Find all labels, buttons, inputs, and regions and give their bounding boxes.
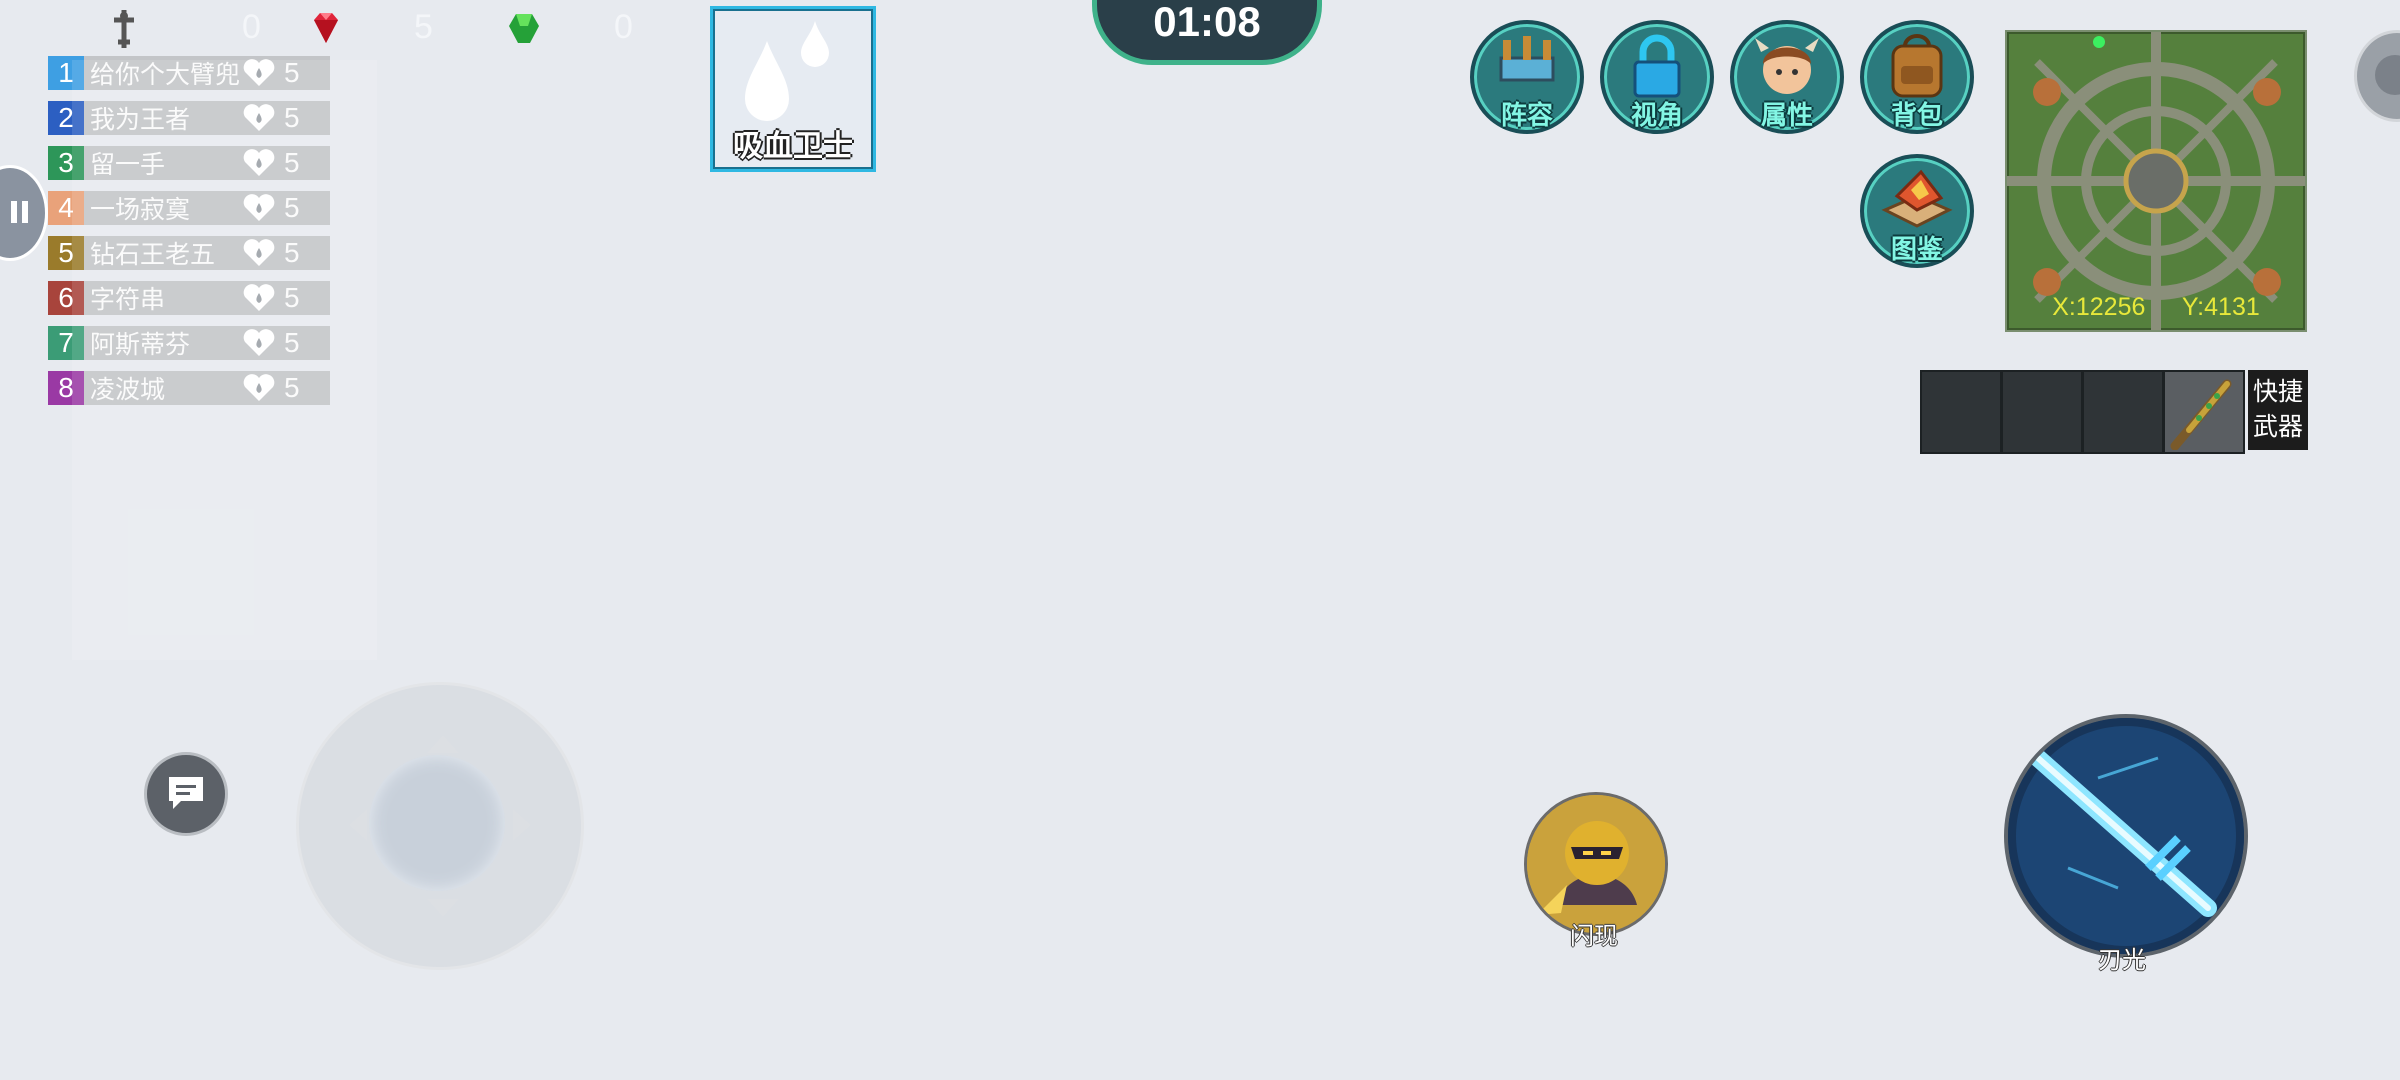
joystick-knob[interactable] <box>369 755 505 891</box>
close-icon <box>2375 55 2400 95</box>
minimap-terrain <box>2007 32 2305 330</box>
ranking-panel-backdrop <box>72 60 377 660</box>
arrow-left-icon <box>349 809 367 841</box>
hero-portrait-icon <box>1755 38 1819 94</box>
menu-label: 属性 <box>1760 101 1813 131</box>
minimap-coordinates: X:12256 Y:4131 <box>2007 293 2305 322</box>
spiked-club-icon <box>2170 379 2232 450</box>
resource-red-gem-value: 5 <box>414 8 433 46</box>
menu-label: 阵容 <box>1500 101 1553 131</box>
blood-drop-icon <box>745 21 829 121</box>
weapon-slot-2[interactable] <box>2001 370 2083 454</box>
arrow-up-icon <box>427 735 459 753</box>
lineup-button[interactable]: 阵容 <box>1470 20 1584 134</box>
timer-text: 01:08 <box>1153 0 1261 45</box>
pause-bar-right <box>22 201 28 223</box>
codex-button[interactable]: 图鉴 <box>1860 154 1974 268</box>
chat-bubble-icon <box>169 777 203 809</box>
quick-label-line1: 快捷 <box>2252 377 2303 406</box>
buff-card[interactable]: 吸血卫士 <box>710 6 876 172</box>
weapon-slot-4[interactable] <box>2163 370 2245 454</box>
menu-label: 视角 <box>1630 101 1683 131</box>
blade-icon <box>2008 718 2244 954</box>
pause-button[interactable] <box>0 165 48 261</box>
pause-bar-left <box>11 201 17 223</box>
flash-skill-label: 闪现 <box>1570 922 1618 950</box>
close-side-button[interactable] <box>2354 30 2400 122</box>
blade-skill-button[interactable] <box>2004 714 2248 958</box>
sword-cross-icon <box>114 10 134 48</box>
backpack-icon <box>1891 34 1943 98</box>
lineup-icon <box>1499 36 1555 82</box>
quick-weapon-label: 快捷 武器 <box>2248 370 2308 450</box>
chat-button[interactable] <box>144 752 228 836</box>
red-gem-icon <box>314 13 338 43</box>
resource-green-gem-value: 0 <box>614 8 633 46</box>
weapon-slot-1[interactable] <box>1920 370 2002 454</box>
minimap[interactable]: X:12256 Y:4131 <box>2005 30 2307 332</box>
buff-label: 吸血卫士 <box>733 129 853 164</box>
coord-y: Y:4131 <box>2181 293 2260 321</box>
book-icon <box>1881 169 1953 228</box>
arrow-down-icon <box>427 899 459 917</box>
menu-label: 图鉴 <box>1890 235 1943 265</box>
arrow-right-icon <box>513 809 531 841</box>
menu-label: 背包 <box>1890 101 1943 131</box>
blade-skill-label: 刃光 <box>2098 946 2146 974</box>
lock-icon <box>1633 34 1681 98</box>
coord-x: X:12256 <box>2052 293 2146 321</box>
match-timer: 01:08 <box>1092 0 1322 65</box>
ninja-portrait-icon <box>1527 795 1665 933</box>
green-gem-icon <box>509 14 539 43</box>
camera-lock-button[interactable]: 视角 <box>1600 20 1714 134</box>
resource-sword-value: 0 <box>242 8 261 46</box>
flash-skill-button[interactable] <box>1524 792 1668 936</box>
attributes-button[interactable]: 属性 <box>1730 20 1844 134</box>
movement-joystick[interactable] <box>296 682 584 970</box>
quick-label-line2: 武器 <box>2252 412 2303 441</box>
backpack-button[interactable]: 背包 <box>1860 20 1974 134</box>
weapon-slot-3[interactable] <box>2082 370 2164 454</box>
